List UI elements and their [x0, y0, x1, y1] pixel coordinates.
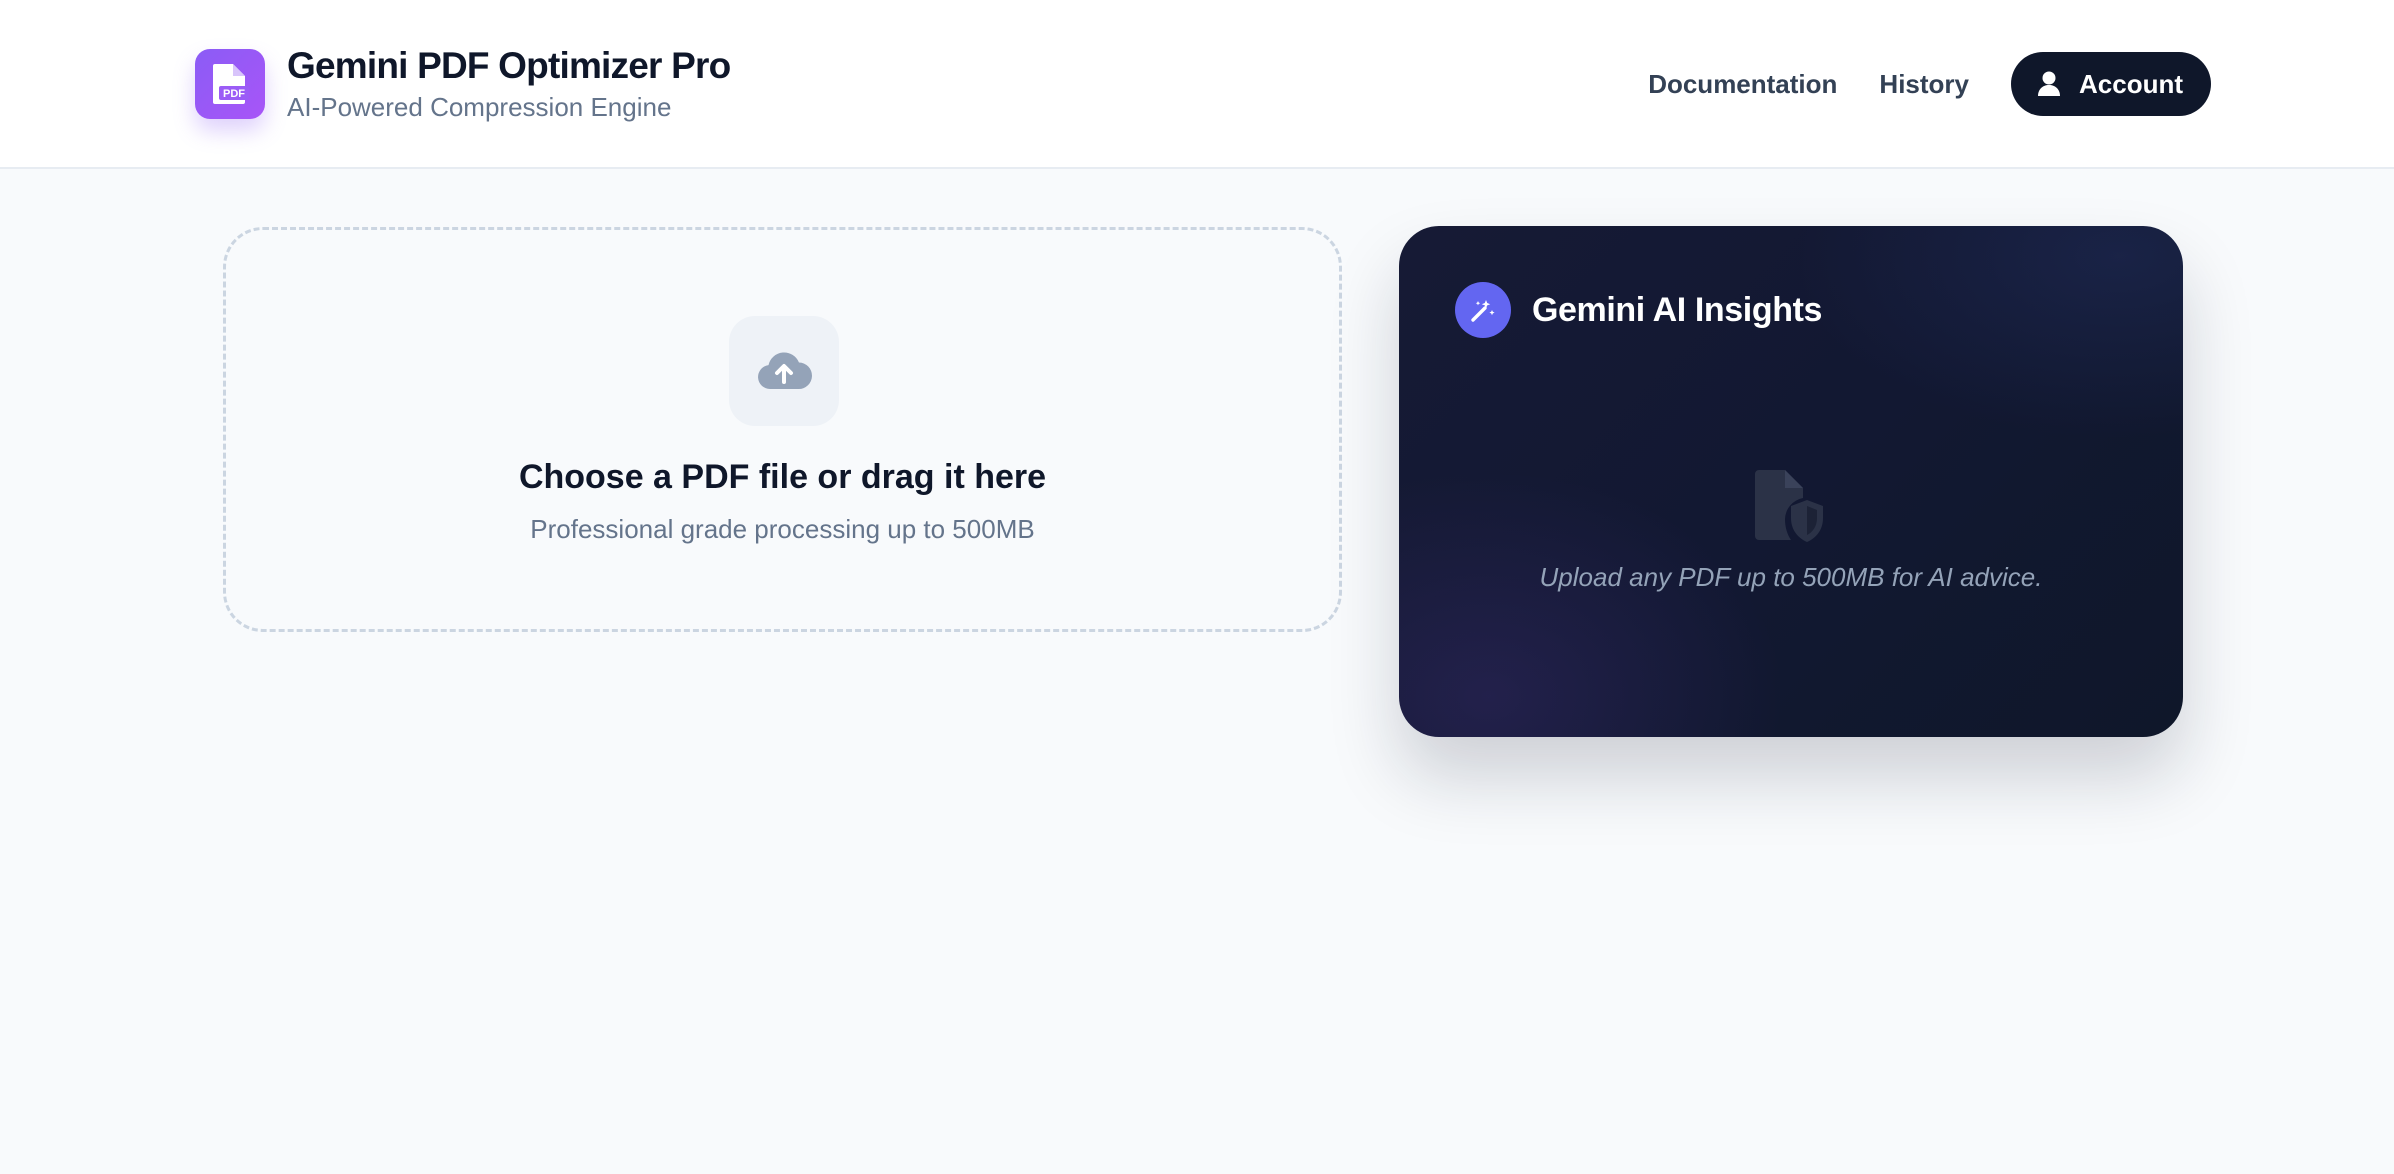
nav-documentation[interactable]: Documentation [1648, 69, 1837, 100]
app-subtitle: AI-Powered Compression Engine [287, 92, 672, 122]
pdf-logo-graphic: PDF [213, 64, 249, 104]
top-header: PDF Gemini PDF Optimizer Pro AI-Powered … [0, 0, 2394, 169]
pdf-dropzone[interactable]: Choose a PDF file or drag it here Profes… [223, 227, 1342, 632]
nav-history[interactable]: History [1879, 69, 1969, 100]
insights-empty-message: Upload any PDF up to 500MB for AI advice… [1539, 562, 2043, 592]
logo-text: PDF [223, 88, 245, 100]
app-title: Gemini PDF Optimizer Pro [287, 45, 731, 86]
top-nav: Documentation History Account [1648, 52, 2211, 116]
dropzone-subtitle: Professional grade processing up to 500M… [530, 514, 1035, 544]
dropzone-title: Choose a PDF file or drag it here [518, 458, 1047, 496]
account-label: Account [2079, 68, 2183, 99]
user-icon [2037, 71, 2061, 97]
account-button[interactable]: Account [2011, 52, 2211, 116]
insights-title: Gemini AI Insights [1532, 290, 1823, 329]
magic-wand-icon [1455, 282, 1511, 338]
brand: PDF Gemini PDF Optimizer Pro AI-Powered … [195, 44, 731, 124]
insights-header: Gemini AI Insights [1455, 282, 1822, 338]
file-shield-icon [1749, 466, 1829, 546]
ai-insights-card: Gemini AI Insights Upload any PDF up to … [1399, 226, 2183, 737]
cloud-upload-icon [729, 316, 839, 426]
pdf-file-icon: PDF [195, 49, 265, 119]
brand-text: Gemini PDF Optimizer Pro AI-Powered Comp… [287, 44, 731, 124]
